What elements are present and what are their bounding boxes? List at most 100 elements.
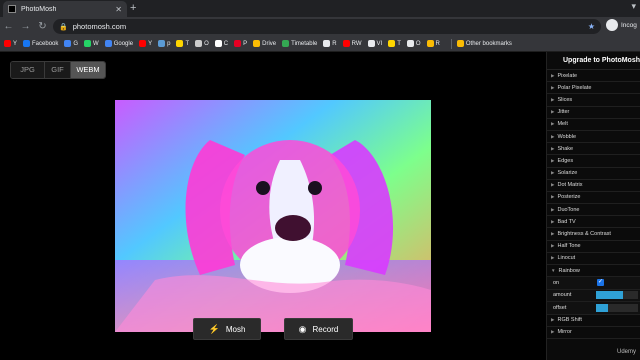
bookmark-item[interactable]: Facebook (23, 40, 58, 47)
bookmark-favicon-icon (323, 40, 331, 47)
bookmark-item[interactable]: T (388, 40, 401, 47)
effect-polar-pixelate[interactable]: ▶ Polar Pixelate (547, 82, 640, 95)
effect-brightness-contrast[interactable]: ▶ Brightness & Contrast (547, 228, 640, 241)
effect-edges[interactable]: ▶ Edges (547, 155, 640, 168)
close-tab-icon[interactable]: ✕ (115, 5, 122, 14)
bookmark-favicon-icon (406, 40, 414, 47)
expand-triangle-icon: ▶ (551, 84, 555, 90)
effect-label: Slices (557, 96, 573, 103)
expand-triangle-icon: ▶ (551, 218, 555, 224)
effect-melt[interactable]: ▶ Melt (547, 119, 640, 131)
effect-label: Linocut (557, 255, 576, 262)
bookmark-item[interactable]: O (195, 40, 209, 47)
bookmark-item[interactable]: Y (139, 40, 152, 47)
effect-duotone[interactable]: ▶ DuoTone (547, 204, 640, 217)
effect-label: Edges (557, 157, 574, 164)
reload-icon[interactable]: ↻ (34, 21, 51, 32)
effect-posterize[interactable]: ▶ Posterize (547, 192, 640, 205)
back-arrow-icon[interactable]: ← (0, 21, 17, 32)
effect-label: Mirror (557, 329, 572, 336)
expand-triangle-icon: ▶ (551, 194, 555, 200)
expand-triangle-icon: ▶ (551, 255, 555, 261)
bookmark-favicon-icon (234, 40, 242, 47)
bookmark-favicon-icon (195, 40, 203, 47)
bookmark-item[interactable]: T (176, 40, 189, 47)
bookmark-item[interactable]: Timetable (282, 40, 317, 47)
effect-rainbow[interactable]: ▼ Rainbow (547, 265, 640, 278)
bookmark-item[interactable]: Y (4, 40, 17, 47)
effect-wobble[interactable]: ▶ Wobble (547, 131, 640, 144)
bookmark-item[interactable]: RW (342, 40, 362, 47)
expand-triangle-icon: ▶ (551, 206, 555, 212)
bookmark-label: Y (148, 40, 153, 47)
expand-triangle-icon: ▶ (551, 96, 555, 102)
bookmark-label: R (332, 40, 337, 47)
record-button[interactable]: ◉ Record (284, 318, 353, 340)
format-tab-jpg[interactable]: JPG (11, 62, 45, 78)
effect-dot-matrix[interactable]: ▶ Dot Matrix (547, 180, 640, 192)
photomosh-page: JPG GIF WEBM ⚡ Mosh ◉ Record (0, 52, 640, 360)
effect-solarize[interactable]: ▶ Solarize (547, 168, 640, 180)
forward-arrow-icon[interactable]: → (17, 21, 34, 32)
bookmark-favicon-icon (214, 40, 222, 47)
window-controls[interactable]: ▾ (631, 1, 636, 12)
effect-mirror[interactable]: ▶ Mirror (547, 327, 640, 340)
bookmark-label: Timetable (291, 40, 318, 47)
udemy-watermark: Udemy (616, 349, 636, 355)
rainbow-offset-slider[interactable] (596, 303, 638, 312)
incognito-avatar-icon (606, 19, 618, 31)
bookmark-item[interactable]: Drive (253, 40, 276, 47)
bookmark-item[interactable]: G (64, 40, 78, 47)
expand-triangle-icon: ▶ (551, 329, 555, 335)
lightning-icon: ⚡ (208, 323, 220, 334)
incognito-profile[interactable]: Incog (606, 19, 637, 31)
bookmark-item[interactable]: Google (104, 40, 133, 47)
bookmark-item[interactable]: C (214, 40, 228, 47)
effect-bad-tv[interactable]: ▶ Bad TV (547, 216, 640, 229)
tab-photomosh[interactable]: PhotoMosh ✕ (3, 1, 127, 17)
new-tab-button[interactable]: + (130, 2, 136, 14)
bookmark-favicon-icon (139, 40, 147, 47)
incognito-label: Incog (621, 21, 637, 29)
bookmark-item[interactable]: P (234, 40, 247, 47)
rainbow-amount-slider[interactable] (596, 291, 638, 300)
format-selector: JPG GIF WEBM (10, 61, 106, 79)
effect-pixelate[interactable]: ▶ Pixelate (547, 70, 640, 83)
effect-jitter[interactable]: ▶ Jitter (547, 107, 640, 119)
bookmark-favicon-icon (426, 40, 434, 47)
bookmark-item[interactable]: p (158, 40, 170, 47)
bookmark-label: W (93, 40, 99, 47)
bookmark-item[interactable]: R (426, 40, 440, 47)
effect-rgb-shift[interactable]: ▶ RGB Shift (547, 315, 640, 327)
bookmark-item[interactable]: O (406, 40, 421, 47)
rainbow-amount-fill (596, 291, 624, 300)
tab-title: PhotoMosh (21, 5, 57, 13)
bookmark-label: P (243, 40, 248, 47)
rainbow-on-checkbox[interactable]: ✓ (597, 279, 604, 287)
mosh-button[interactable]: ⚡ Mosh (193, 318, 261, 340)
expand-triangle-icon: ▶ (551, 133, 555, 139)
other-bookmarks[interactable]: Other bookmarks (456, 40, 512, 47)
bookmark-item[interactable]: W (84, 40, 99, 47)
effect-half-tone[interactable]: ▶ Half Tone (547, 241, 640, 253)
address-bar[interactable]: 🔒 photomosh.com ★ (53, 19, 601, 34)
format-tab-webm[interactable]: WEBM (71, 62, 105, 78)
bookmark-item[interactable]: VI (367, 40, 382, 47)
effect-label: Pixelate (557, 72, 578, 79)
effect-slices[interactable]: ▶ Slices (547, 94, 640, 107)
effect-shake[interactable]: ▶ Shake (547, 143, 640, 156)
browser-chrome: PhotoMosh ✕ + ▾ ← → ↻ 🔒 photomosh.com ★ … (0, 0, 640, 52)
effect-label: Jitter (557, 109, 570, 116)
upgrade-header[interactable]: Upgrade to PhotoMosh-P (547, 52, 640, 70)
effect-label: Half Tone (557, 243, 581, 250)
bookmark-item[interactable]: R (323, 40, 337, 47)
effect-linocut[interactable]: ▶ Linocut (547, 253, 640, 265)
rainbow-on-label: on (553, 279, 560, 286)
record-button-label: Record (312, 324, 339, 334)
url-text[interactable]: photomosh.com (73, 22, 588, 31)
bookmark-label: p (167, 40, 171, 47)
effect-label: Brightness & Contrast (557, 231, 611, 238)
format-tab-gif[interactable]: GIF (45, 62, 71, 78)
bookmark-star-icon[interactable]: ★ (588, 22, 595, 31)
bookmark-label: Drive (262, 40, 277, 47)
